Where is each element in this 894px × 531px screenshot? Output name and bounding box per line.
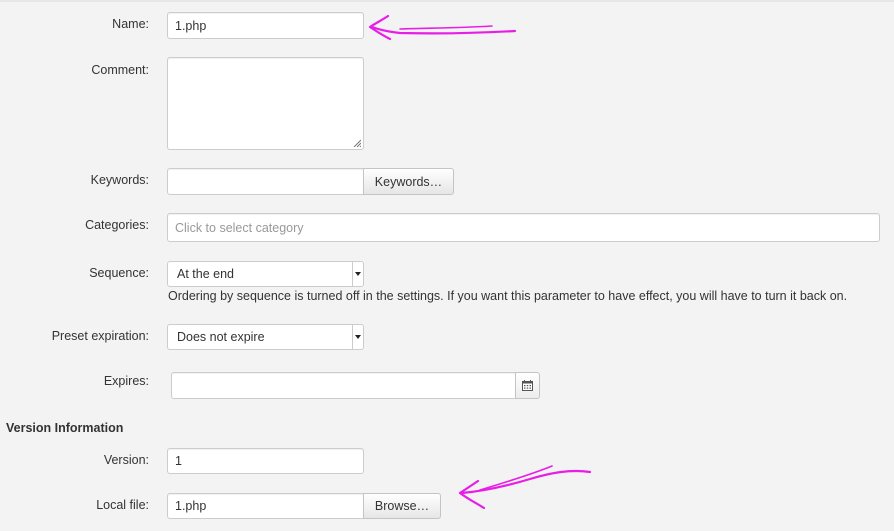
expires-input[interactable]: [171, 372, 516, 399]
categories-selector[interactable]: Click to select category: [167, 213, 880, 242]
name-input[interactable]: 1.php: [167, 12, 364, 39]
version-label: Version:: [103, 453, 149, 467]
categories-placeholder: Click to select category: [175, 220, 304, 235]
sequence-selected: At the end: [177, 267, 234, 281]
categories-label: Categories:: [85, 218, 149, 232]
comment-label: Comment:: [91, 63, 149, 77]
keywords-input[interactable]: [167, 168, 364, 195]
resize-grip-icon[interactable]: [353, 139, 361, 147]
browse-button[interactable]: Browse…: [363, 493, 441, 519]
preset-expiration-selected: Does not expire: [177, 330, 265, 344]
local-file-value: 1.php: [175, 499, 207, 513]
sequence-label: Sequence:: [89, 266, 149, 280]
preset-expiration-select[interactable]: Does not expire: [167, 324, 364, 350]
version-information-heading: Version Information: [6, 421, 124, 435]
calendar-icon: [522, 380, 533, 391]
keywords-label: Keywords:: [90, 173, 149, 187]
chevron-down-icon: [352, 262, 363, 286]
sequence-note: Ordering by sequence is turned off in th…: [168, 289, 848, 303]
comment-textarea[interactable]: [167, 57, 364, 150]
local-file-input[interactable]: 1.php: [167, 493, 364, 519]
preset-expiration-label: Preset expiration:: [51, 329, 149, 343]
calendar-button[interactable]: [515, 372, 540, 399]
chevron-down-icon: [352, 325, 363, 349]
sequence-select[interactable]: At the end: [167, 261, 364, 287]
version-input[interactable]: 1: [167, 448, 364, 474]
keywords-button[interactable]: Keywords…: [363, 168, 454, 195]
name-input-value: 1.php: [175, 18, 207, 33]
local-file-label: Local file:: [96, 498, 149, 512]
name-label: Name:: [112, 17, 149, 31]
annotation-arrow-icon: [458, 465, 592, 510]
expires-label: Expires:: [103, 374, 149, 388]
top-divider: [0, 0, 894, 2]
annotation-arrow-icon: [368, 14, 517, 41]
version-input-value: 1: [175, 454, 182, 468]
